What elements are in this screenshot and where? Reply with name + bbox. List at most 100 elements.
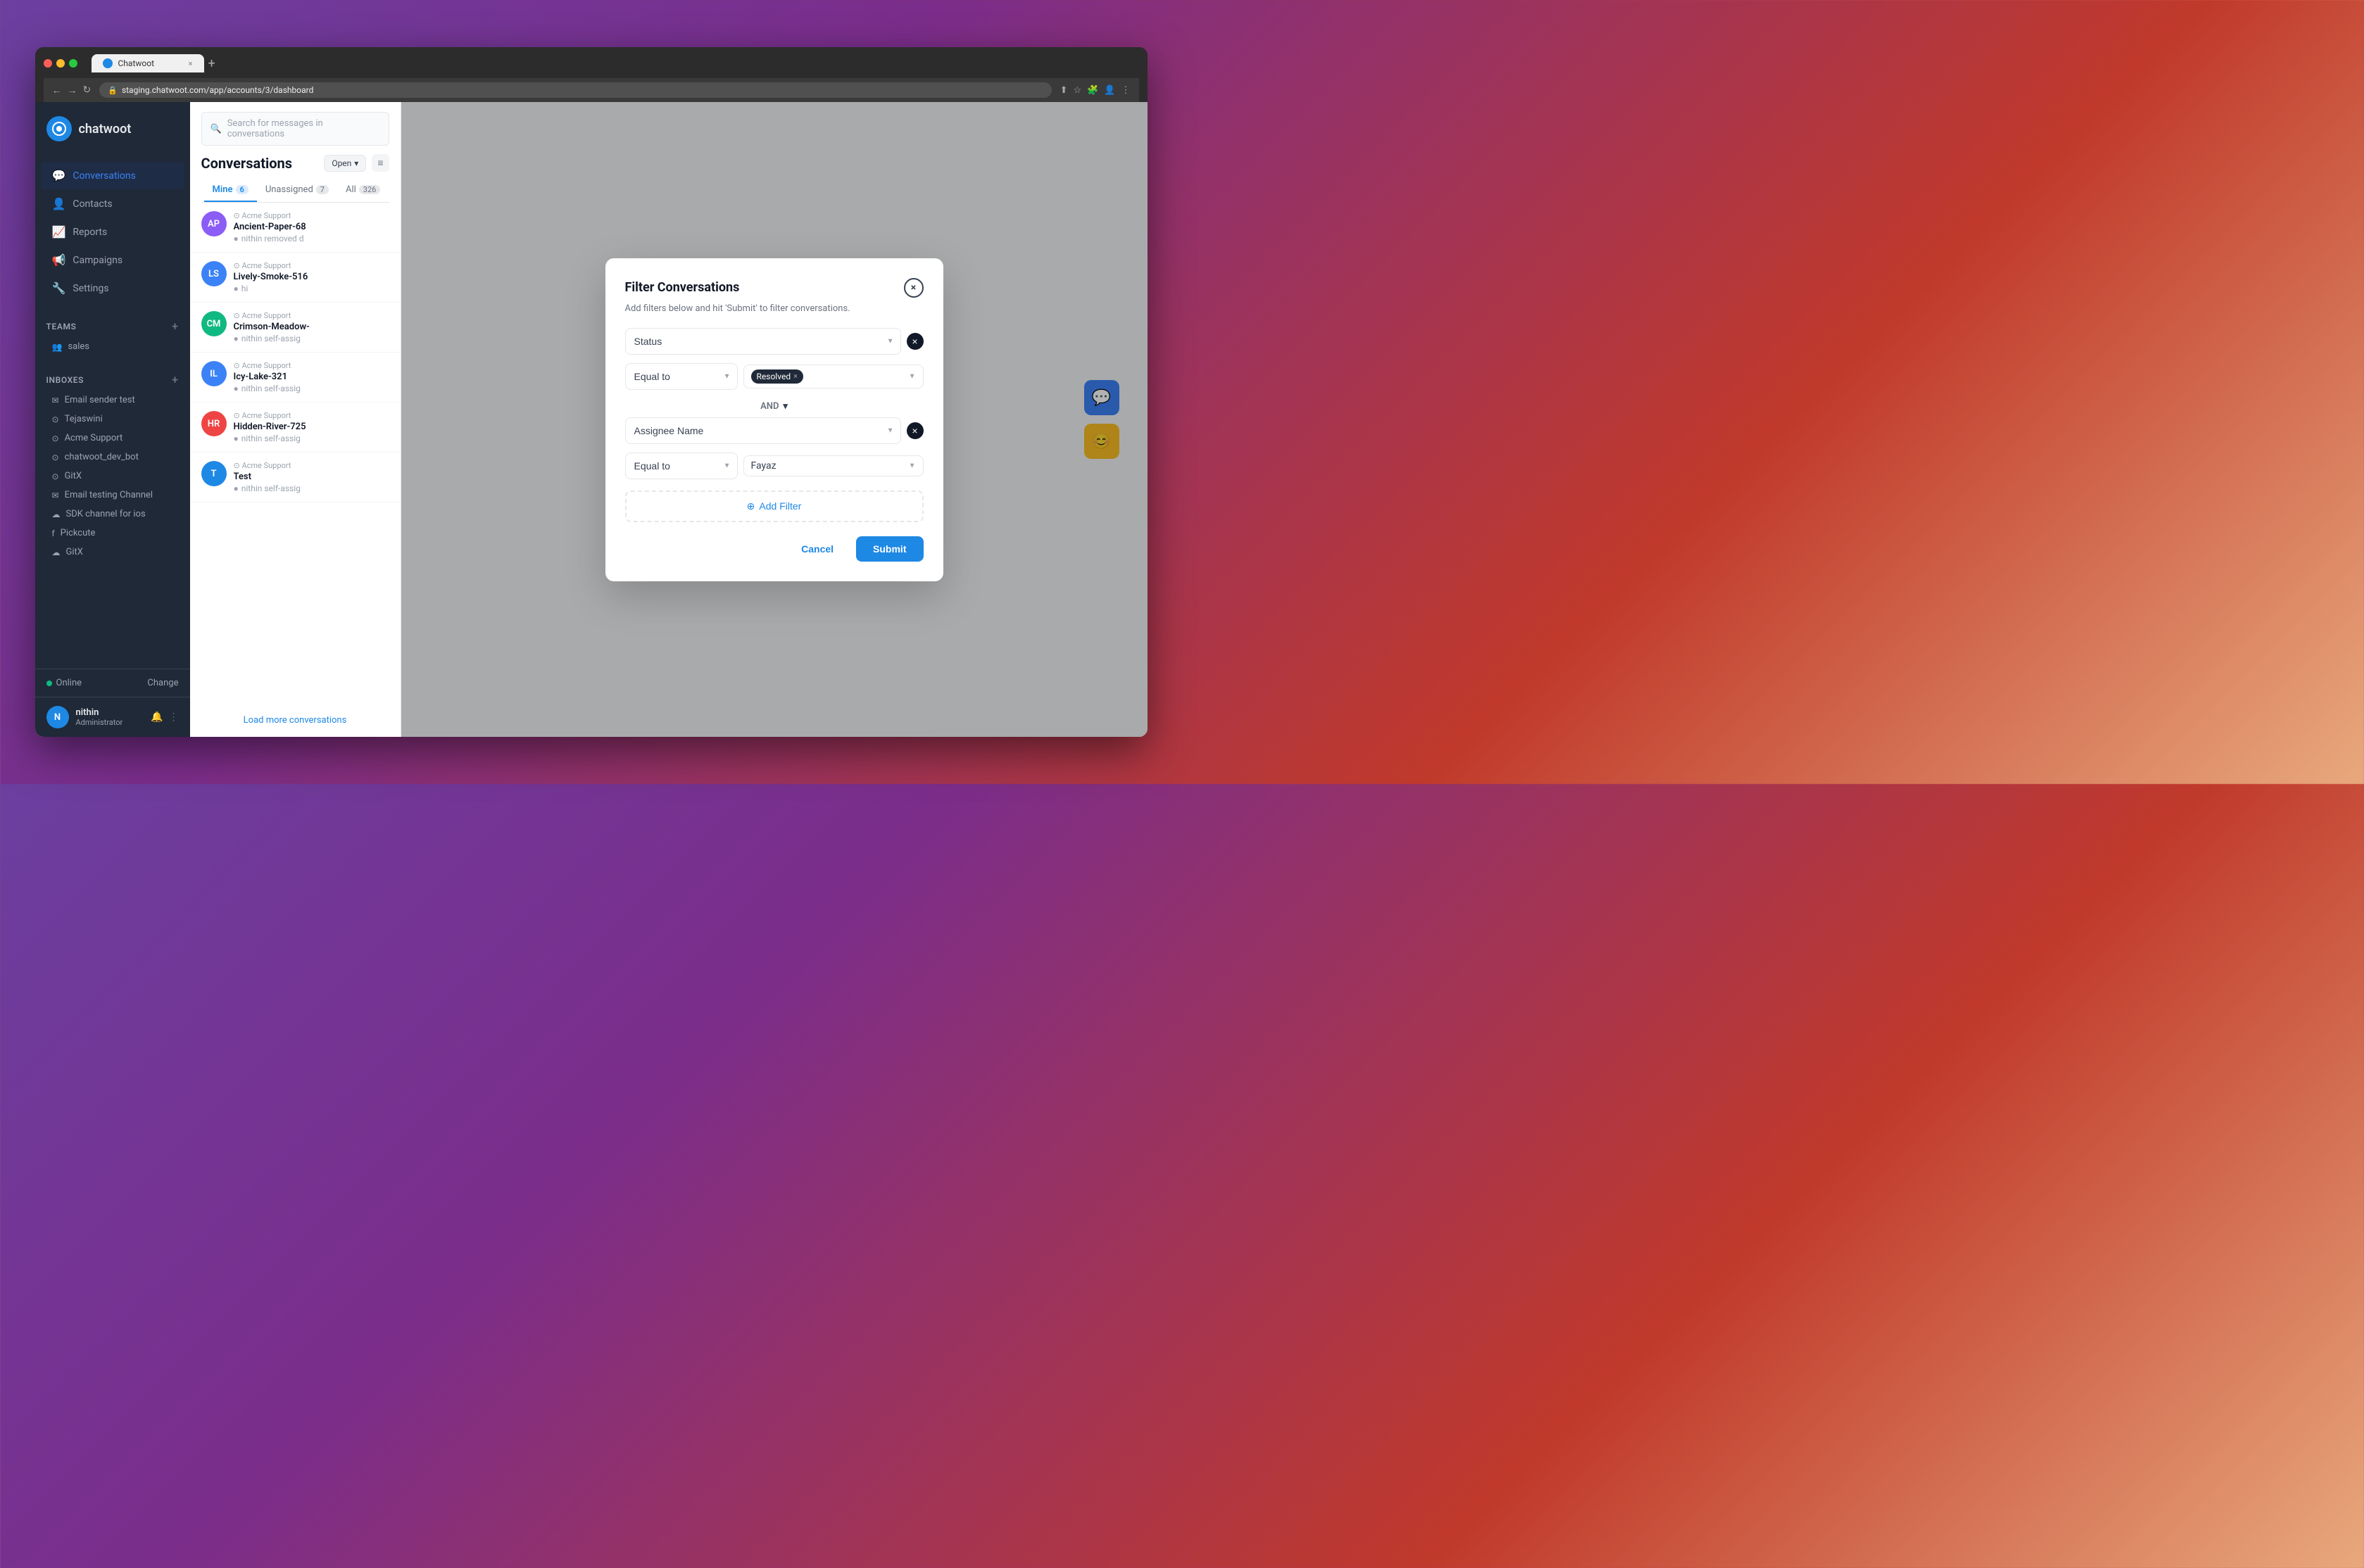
filter2-value-row: Equal to Not equal to Fayaz [625,453,924,479]
add-filter-button[interactable]: ⊕ Add Filter [625,491,924,522]
search-placeholder: Search for messages in conversations [227,118,380,139]
minimize-button[interactable] [56,59,65,68]
inbox-gitx[interactable]: ⊙ GitX [46,467,179,486]
tab-unassigned[interactable]: Unassigned 7 [257,179,337,202]
sidebar-nav: 💬 Conversations 👤 Contacts 📈 Reports 📢 C… [35,156,190,308]
team-sales[interactable]: 👥 sales [46,337,179,356]
conv-preview: ● nithin self-assig [234,334,389,343]
inbox-chatwoot-bot[interactable]: ⊙ chatwoot_dev_bot [46,448,179,467]
conv-title: Lively-Smoke-516 [234,272,389,282]
fullscreen-button[interactable] [69,59,77,68]
tab-mine[interactable]: Mine 6 [204,179,257,202]
list-item[interactable]: AP ⊙ Acme Support Ancient-Paper-68 ● nit… [190,203,401,253]
bookmark-icon[interactable]: ☆ [1073,85,1081,96]
address-bar[interactable]: 🔒 staging.chatwoot.com/app/accounts/3/da… [99,82,1051,98]
inboxes-section: Inboxes + ✉ Email sender test ⊙ Tejaswin… [35,367,190,567]
inbox-gitx-icon: ⊙ [52,472,59,481]
user-menu-icon[interactable]: ⋮ [169,712,179,723]
traffic-lights [44,59,77,68]
status-dropdown[interactable]: Open ▾ [324,155,366,172]
inbox-email-testing-label: Email testing Channel [65,490,153,500]
add-team-button[interactable]: + [172,320,178,333]
filter-button[interactable]: ≡ [372,154,389,172]
inbox-email-testing[interactable]: ✉ Email testing Channel [46,486,179,505]
connector-dropdown[interactable]: ▾ [783,401,788,412]
forward-icon[interactable]: → [68,84,77,96]
sidebar-item-campaigns[interactable]: 📢 Campaigns [41,246,184,274]
tab-close-icon[interactable]: × [189,59,193,68]
panel-controls: Open ▾ ≡ [324,154,389,172]
filter1-field-select-wrap: Status Assignee Name [625,328,901,355]
inbox-sdk-ios[interactable]: ☁ SDK channel for ios [46,505,179,524]
filter1-field-select[interactable]: Status Assignee Name [625,328,901,355]
filter1-value-remove[interactable]: × [793,372,798,381]
conversations-panel: 🔍 Search for messages in conversations C… [190,102,401,737]
inbox-email-sender-label: Email sender test [65,395,135,405]
filter1-operator-select[interactable]: Equal to Not equal to [625,363,738,390]
list-item[interactable]: LS ⊙ Acme Support Lively-Smoke-516 ● hi [190,253,401,303]
conv-meta: ⊙ Acme Support [234,411,389,420]
logo-area: chatwoot [35,102,190,156]
load-more-button[interactable]: Load more conversations [190,704,401,737]
status-bar: Online Change [35,669,190,697]
conv-preview: ● nithin self-assig [234,434,389,443]
modal-overlay[interactable]: Filter Conversations × Add filters below… [401,102,1148,737]
contacts-label: Contacts [73,198,112,210]
profile-icon[interactable]: 👤 [1104,85,1115,96]
inbox-acme-support[interactable]: ⊙ Acme Support [46,429,179,448]
notification-icon[interactable]: 🔔 [151,712,163,723]
filter1-remove-button[interactable]: × [907,333,924,350]
list-item[interactable]: T ⊙ Acme Support Test ● nithin self-assi… [190,453,401,502]
self-assign-icon: ● [234,434,239,443]
cancel-button[interactable]: Cancel [787,536,848,562]
close-button[interactable] [44,59,52,68]
change-status-button[interactable]: Change [147,678,178,688]
sidebar-item-reports[interactable]: 📈 Reports [41,218,184,246]
inbox-tejaswini[interactable]: ⊙ Tejaswini [46,410,179,429]
back-icon[interactable]: ← [52,84,62,96]
menu-icon[interactable]: ⋮ [1121,85,1131,96]
logo-icon [46,116,72,141]
avatar: AP [201,211,227,236]
inbox-acme-icon: ⊙ [52,434,59,443]
modal-subtitle: Add filters below and hit 'Submit' to fi… [625,303,924,314]
inbox-email-sender[interactable]: ✉ Email sender test [46,391,179,410]
extensions-icon[interactable]: 🧩 [1087,85,1098,96]
avatar-letter: N [54,712,61,723]
conv-content: ⊙ Acme Support Ancient-Paper-68 ● nithin… [234,211,389,244]
new-tab-button[interactable]: + [208,56,215,71]
tab-unassigned-label: Unassigned [265,184,313,195]
modal-close-button[interactable]: × [904,278,924,298]
list-item[interactable]: CM ⊙ Acme Support Crimson-Meadow- ● nith… [190,303,401,353]
tab-all[interactable]: All 326 [337,179,389,202]
filter2-remove-button[interactable]: × [907,422,924,439]
sidebar-item-contacts[interactable]: 👤 Contacts [41,190,184,217]
inbox-gitx2-label: GitX [66,547,83,557]
user-actions: 🔔 ⋮ [151,712,178,723]
add-inbox-button[interactable]: + [172,373,178,386]
list-item[interactable]: HR ⊙ Acme Support Hidden-River-725 ● nit… [190,403,401,453]
active-tab[interactable]: Chatwoot × [92,54,204,72]
submit-button[interactable]: Submit [856,536,923,562]
filter2-value-wrap[interactable]: Fayaz [743,455,924,476]
filter2-operator-select[interactable]: Equal to Not equal to [625,453,738,479]
self-assign-icon: ● [234,483,239,493]
filter2-field-select[interactable]: Assignee Name Status [625,417,901,444]
teams-label: Teams [46,322,77,331]
user-name: nithin [76,707,144,718]
reload-icon[interactable]: ↻ [83,84,92,96]
search-bar[interactable]: 🔍 Search for messages in conversations [201,112,389,146]
inbox-pickcute[interactable]: f Pickcute [46,524,179,543]
inbox-gitx2[interactable]: ☁ GitX [46,543,179,562]
conv-preview: ● nithin removed d [234,234,389,244]
list-item[interactable]: IL ⊙ Acme Support Icy-Lake-321 ● nithin … [190,353,401,403]
filter1-value-wrap[interactable]: Resolved × [743,365,924,388]
inbox-gitx2-icon: ☁ [52,548,61,557]
conv-title: Ancient-Paper-68 [234,222,389,232]
sidebar-item-settings[interactable]: 🔧 Settings [41,274,184,302]
reports-label: Reports [73,227,107,238]
sidebar-item-conversations[interactable]: 💬 Conversations [41,162,184,189]
avatar: N [46,706,69,728]
share-icon[interactable]: ⬆ [1060,85,1068,96]
contacts-icon: 👤 [52,197,66,210]
